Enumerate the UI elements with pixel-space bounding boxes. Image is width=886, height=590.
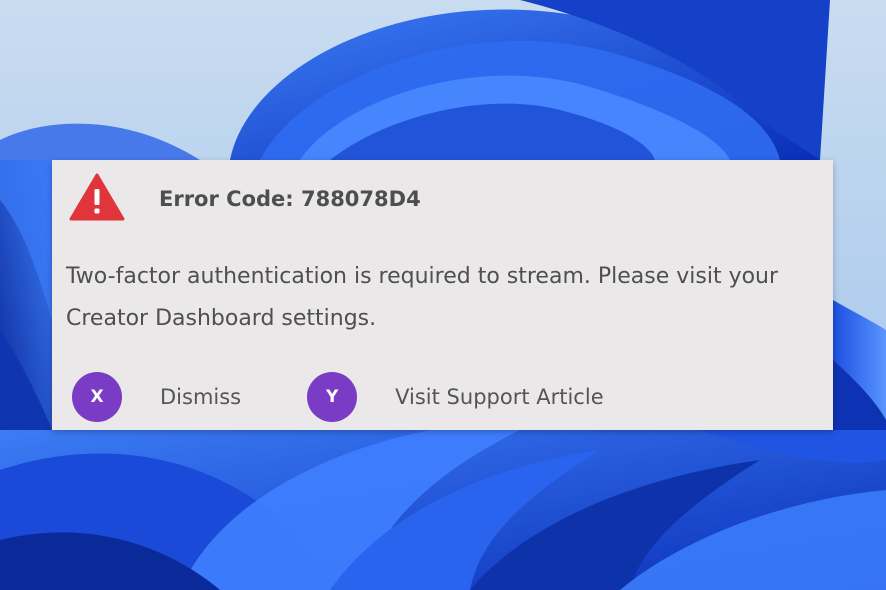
dismiss-action[interactable]: X Dismiss <box>72 372 241 422</box>
dialog-actions: X Dismiss Y Visit Support Article <box>72 372 604 422</box>
error-code-title: Error Code: 788078D4 <box>159 187 421 211</box>
y-button-icon[interactable]: Y <box>307 372 358 422</box>
visit-support-article-action[interactable]: Y Visit Support Article <box>307 372 604 422</box>
x-button-icon[interactable]: X <box>72 372 122 422</box>
dismiss-label[interactable]: Dismiss <box>160 385 241 409</box>
visit-support-article-label[interactable]: Visit Support Article <box>395 385 603 409</box>
error-dialog: Error Code: 788078D4 Two-factor authenti… <box>52 160 833 430</box>
error-message: Two-factor authentication is required to… <box>66 264 779 331</box>
warning-triangle-icon <box>69 173 125 221</box>
